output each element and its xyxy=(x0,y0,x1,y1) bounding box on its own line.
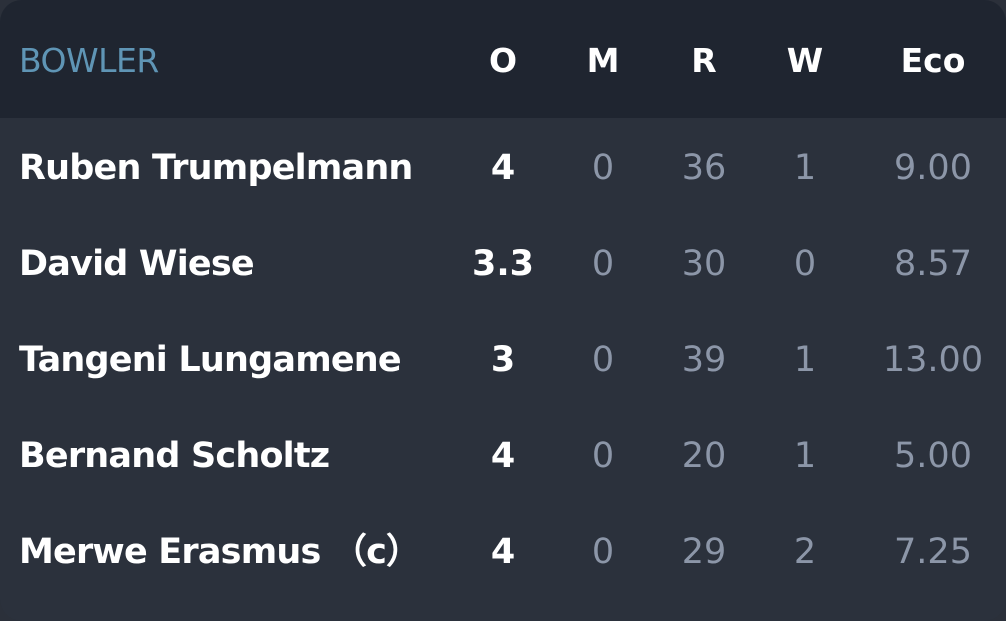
maidens-value: 0 xyxy=(591,244,615,284)
bowler-name: Merwe Erasmus （c） xyxy=(19,532,421,572)
maidens-value: 0 xyxy=(591,436,615,476)
economy-value: 13.00 xyxy=(882,340,984,380)
economy-value: 7.25 xyxy=(894,532,972,572)
table-header: BOWLER O M R W Eco xyxy=(0,0,1006,118)
economy-value: 9.00 xyxy=(894,148,972,188)
header-bowler: BOWLER xyxy=(19,41,159,80)
overs-value: 3 xyxy=(490,340,516,380)
economy-value: 5.00 xyxy=(894,436,972,476)
wickets-value: 0 xyxy=(793,244,817,284)
wickets-value: 2 xyxy=(793,532,817,572)
wickets-value: 1 xyxy=(793,340,817,380)
header-overs: O xyxy=(488,41,518,80)
overs-value: 4 xyxy=(490,148,516,188)
economy-value: 8.57 xyxy=(894,244,972,284)
runs-value: 29 xyxy=(681,532,727,572)
header-wickets: W xyxy=(786,41,824,80)
header-economy: Eco xyxy=(900,41,966,80)
bowler-name: Ruben Trumpelmann xyxy=(19,148,413,188)
maidens-value: 0 xyxy=(591,532,615,572)
wickets-value: 1 xyxy=(793,436,817,476)
wickets-value: 1 xyxy=(793,148,817,188)
bowling-scorecard: BOWLER O M R W Eco Ruben Trumpelmann 4 0… xyxy=(0,0,1006,621)
runs-value: 36 xyxy=(681,148,727,188)
overs-value: 4 xyxy=(490,532,516,572)
overs-value: 4 xyxy=(490,436,516,476)
bowler-name: Tangeni Lungamene xyxy=(19,340,402,380)
runs-value: 30 xyxy=(681,244,727,284)
overs-value: 3.3 xyxy=(471,244,534,284)
header-maidens: M xyxy=(586,41,620,80)
header-runs: R xyxy=(691,41,717,80)
bowler-name: David Wiese xyxy=(19,244,255,284)
maidens-value: 0 xyxy=(591,340,615,380)
runs-value: 39 xyxy=(681,340,727,380)
runs-value: 20 xyxy=(681,436,727,476)
bowler-name: Bernand Scholtz xyxy=(19,436,330,476)
maidens-value: 0 xyxy=(591,148,615,188)
